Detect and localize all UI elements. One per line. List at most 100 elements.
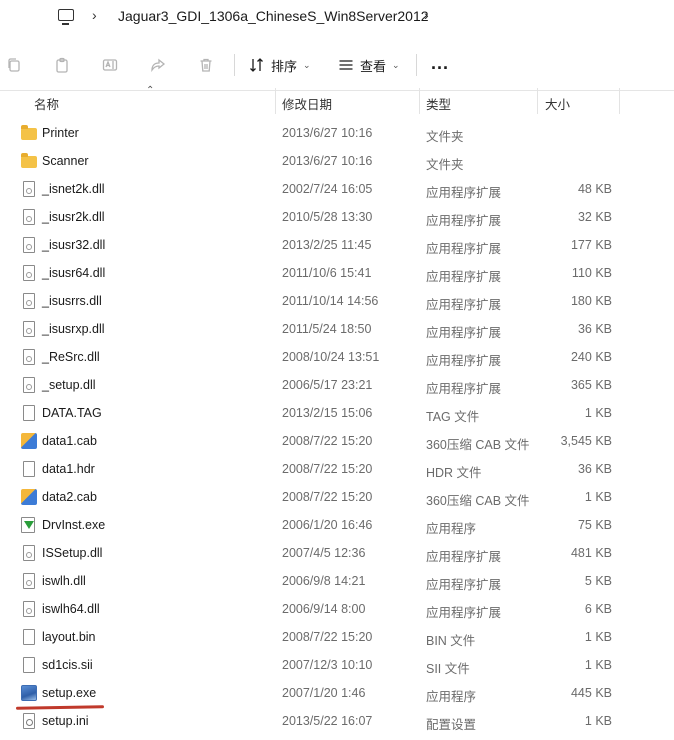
file-name[interactable]: sd1cis.sii — [42, 658, 93, 672]
file-row[interactable]: Scanner 2013/6/27 10:16 文件夹 — [0, 147, 674, 175]
file-name[interactable]: data1.cab — [42, 434, 97, 448]
file-icon — [23, 657, 35, 673]
dll-icon — [23, 237, 35, 253]
column-header-name[interactable]: 名称 — [34, 94, 59, 113]
file-name[interactable]: DATA.TAG — [42, 406, 102, 420]
delete-icon[interactable] — [198, 57, 214, 73]
file-name[interactable]: _isusr64.dll — [42, 266, 105, 280]
file-name[interactable]: DrvInst.exe — [42, 518, 105, 532]
file-modified-date: 2008/7/22 15:20 — [282, 462, 373, 476]
file-type: TAG 文件 — [426, 410, 480, 424]
file-type: 应用程序 — [426, 690, 477, 704]
file-size: 1 KB — [584, 630, 612, 644]
installer-exe-icon — [21, 517, 35, 533]
file-row[interactable]: iswlh64.dll 2006/9/14 8:00 应用程序扩展 6 KB — [0, 595, 674, 623]
file-modified-date: 2006/9/8 14:21 — [282, 574, 366, 588]
file-name[interactable]: data2.cab — [42, 490, 97, 504]
more-options-button[interactable]: ... — [431, 54, 449, 72]
file-modified-date: 2010/5/28 13:30 — [282, 210, 373, 224]
file-size: 3,545 KB — [560, 434, 612, 448]
file-row[interactable]: data1.hdr 2008/7/22 15:20 HDR 文件 36 KB — [0, 455, 674, 483]
file-type: 应用程序扩展 — [426, 354, 502, 368]
column-divider[interactable] — [537, 88, 538, 114]
file-name[interactable]: layout.bin — [42, 630, 96, 644]
file-row[interactable]: setup.exe 2007/1/20 1:46 应用程序 445 KB — [0, 679, 674, 707]
share-icon[interactable] — [150, 57, 166, 73]
file-name[interactable]: data1.hdr — [42, 462, 95, 476]
file-row[interactable]: iswlh.dll 2006/9/8 14:21 应用程序扩展 5 KB — [0, 567, 674, 595]
file-name[interactable]: _isusrrs.dll — [42, 294, 102, 308]
address-bar[interactable]: › Jaguar3_GDI_1306a_ChineseS_Win8Server2… — [0, 0, 674, 34]
file-row[interactable]: layout.bin 2008/7/22 15:20 BIN 文件 1 KB — [0, 623, 674, 651]
file-modified-date: 2008/10/24 13:51 — [282, 350, 380, 364]
file-row[interactable]: DATA.TAG 2013/2/15 15:06 TAG 文件 1 KB — [0, 399, 674, 427]
sort-button[interactable]: 排序 ⌄ — [249, 55, 311, 75]
file-type: 360压缩 CAB 文件 — [426, 438, 530, 452]
file-type: 文件夹 — [426, 158, 464, 172]
file-name[interactable]: _isnet2k.dll — [42, 182, 105, 196]
paste-icon[interactable] — [54, 57, 70, 73]
column-divider[interactable] — [275, 88, 276, 114]
file-modified-date: 2007/12/3 10:10 — [282, 658, 373, 672]
command-toolbar: 排序 ⌄ 查看 ⌄ ... — [0, 40, 674, 91]
file-name[interactable]: iswlh64.dll — [42, 602, 100, 616]
column-header-type[interactable]: 类型 — [426, 94, 451, 113]
file-size: 75 KB — [577, 518, 612, 532]
file-name[interactable]: _setup.dll — [42, 378, 96, 392]
column-header-size[interactable]: 大小 — [545, 94, 570, 113]
file-row[interactable]: _isusr64.dll 2011/10/6 15:41 应用程序扩展 110 KB — [0, 259, 674, 287]
file-name[interactable]: _isusr32.dll — [42, 238, 105, 252]
computer-icon[interactable] — [58, 9, 74, 25]
rename-icon[interactable] — [102, 57, 118, 73]
dll-icon — [23, 293, 35, 309]
file-type: 应用程序扩展 — [426, 186, 502, 200]
file-type: 配置设置 — [426, 718, 477, 732]
file-name[interactable]: _isusrxp.dll — [42, 322, 105, 336]
file-name[interactable]: setup.exe — [42, 686, 96, 700]
file-modified-date: 2011/10/14 14:56 — [282, 294, 379, 308]
file-name[interactable]: iswlh.dll — [42, 574, 86, 588]
file-name[interactable]: _ReSrc.dll — [42, 350, 100, 364]
file-name[interactable]: Scanner — [42, 154, 89, 168]
file-size: 36 KB — [577, 322, 612, 336]
file-row[interactable]: sd1cis.sii 2007/12/3 10:10 SII 文件 1 KB — [0, 651, 674, 679]
chevron-right-icon[interactable]: › — [92, 7, 97, 23]
file-row[interactable]: _isusr2k.dll 2010/5/28 13:30 应用程序扩展 32 KB — [0, 203, 674, 231]
file-row[interactable]: _isnet2k.dll 2002/7/24 16:05 应用程序扩展 48 KB — [0, 175, 674, 203]
file-row[interactable]: DrvInst.exe 2006/1/20 16:46 应用程序 75 KB — [0, 511, 674, 539]
file-size: 48 KB — [577, 182, 612, 196]
chevron-right-icon[interactable]: › — [424, 7, 429, 23]
file-name[interactable]: setup.ini — [42, 714, 89, 728]
chevron-down-icon: ⌄ — [392, 59, 400, 70]
file-row[interactable]: data2.cab 2008/7/22 15:20 360压缩 CAB 文件 1 KB — [0, 483, 674, 511]
view-label: 查看 — [360, 58, 387, 74]
chevron-down-icon: ⌄ — [303, 59, 311, 70]
file-modified-date: 2008/7/22 15:20 — [282, 434, 373, 448]
file-name[interactable]: _isusr2k.dll — [42, 210, 105, 224]
dll-icon — [23, 349, 35, 365]
breadcrumb-current-folder[interactable]: Jaguar3_GDI_1306a_ChineseS_Win8Server201… — [118, 8, 429, 24]
copy-icon[interactable] — [6, 57, 22, 73]
file-row[interactable]: _ReSrc.dll 2008/10/24 13:51 应用程序扩展 240 KB — [0, 343, 674, 371]
column-header-date[interactable]: 修改日期 — [282, 94, 332, 113]
file-row[interactable]: data1.cab 2008/7/22 15:20 360压缩 CAB 文件 3,54… — [0, 427, 674, 455]
file-modified-date: 2007/4/5 12:36 — [282, 546, 366, 560]
file-row[interactable]: setup.ini 2013/5/22 16:07 配置设置 1 KB — [0, 707, 674, 735]
column-divider[interactable] — [619, 88, 620, 114]
file-row[interactable]: _setup.dll 2006/5/17 23:21 应用程序扩展 365 KB — [0, 371, 674, 399]
view-button[interactable]: 查看 ⌄ — [338, 55, 400, 75]
file-type: BIN 文件 — [426, 634, 476, 648]
file-row[interactable]: ISSetup.dll 2007/4/5 12:36 应用程序扩展 481 KB — [0, 539, 674, 567]
file-name[interactable]: Printer — [42, 126, 79, 140]
file-size: 36 KB — [577, 462, 612, 476]
column-divider[interactable] — [419, 88, 420, 114]
file-row[interactable]: Printer 2013/6/27 10:16 文件夹 — [0, 119, 674, 147]
file-modified-date: 2013/6/27 10:16 — [282, 126, 373, 140]
file-modified-date: 2007/1/20 1:46 — [282, 686, 366, 700]
file-name[interactable]: ISSetup.dll — [42, 546, 102, 560]
dll-icon — [23, 209, 35, 225]
file-row[interactable]: _isusr32.dll 2013/2/25 11:45 应用程序扩展 177 KB — [0, 231, 674, 259]
file-row[interactable]: _isusrxp.dll 2011/5/24 18:50 应用程序扩展 36 KB — [0, 315, 674, 343]
setup-exe-icon — [21, 685, 37, 701]
file-row[interactable]: _isusrrs.dll 2011/10/14 14:56 应用程序扩展 180 KB — [0, 287, 674, 315]
